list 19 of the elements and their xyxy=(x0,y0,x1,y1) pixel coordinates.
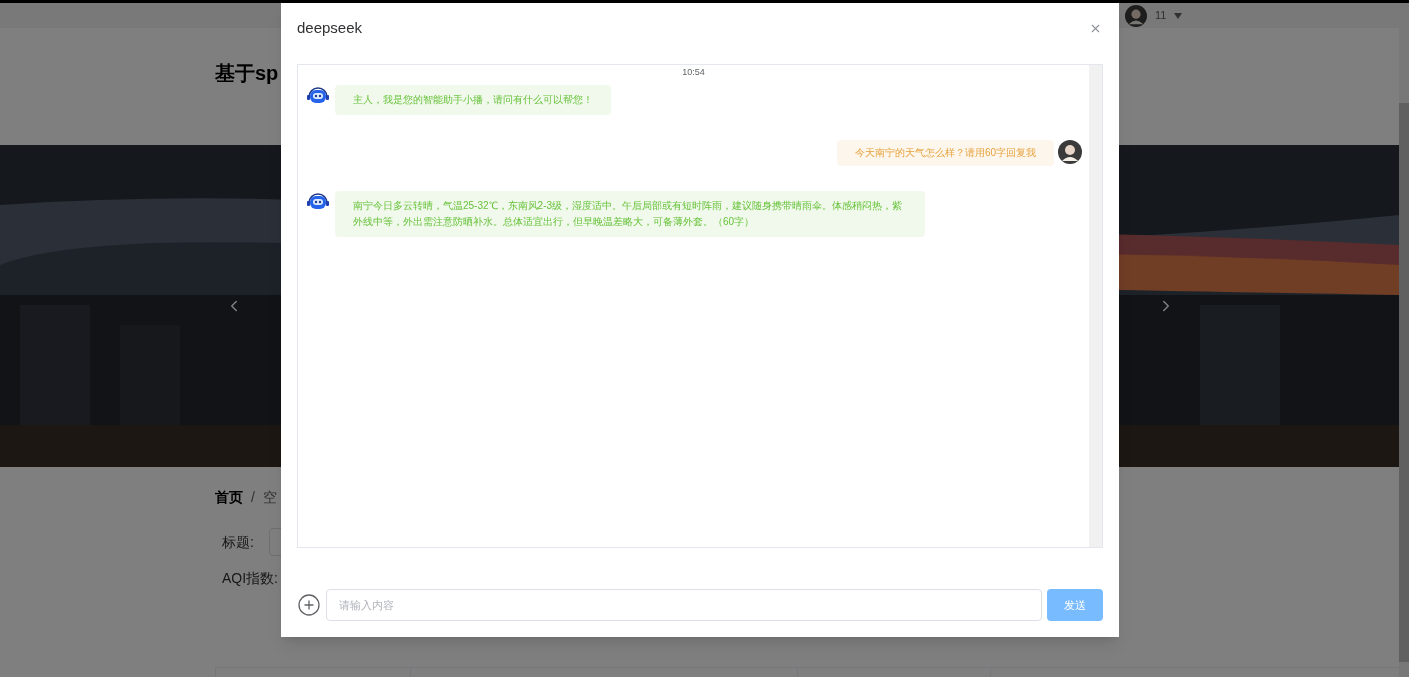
form-label: 标题: xyxy=(222,532,254,552)
bot-message: 南宁今日多云转晴，气温25-32℃，东南风2-3级，湿度适中。午后局部或有短时阵雨，建议随身携带晴雨伞。体感稍闷热，紫外线中等，外出需注意防晒补水。总体适宜出行，但早晚温差略大，可备薄外套。（60字） xyxy=(335,191,925,237)
add-icon[interactable] xyxy=(297,593,321,617)
send-button[interactable]: 发送 xyxy=(1047,589,1103,621)
form-label: AQI指数: xyxy=(222,570,278,586)
page-scrollbar[interactable] xyxy=(1399,3,1409,677)
chat-scrollbar[interactable] xyxy=(1089,65,1102,547)
caret-icon[interactable] xyxy=(1174,12,1183,19)
breadcrumb-separator: / xyxy=(251,488,255,507)
dialog-title: deepseek xyxy=(297,17,363,38)
breadcrumb-item: 空 xyxy=(262,488,277,507)
user-name[interactable]: 11 xyxy=(1155,7,1167,24)
message-input[interactable]: 请输入内容 xyxy=(326,589,1042,621)
page-title: 基于sp xyxy=(215,62,279,84)
avatar-icon xyxy=(1058,140,1082,164)
timestamp: 10:54 xyxy=(682,66,705,78)
bot-message: 主人，我是您的智能助手小播，请问有什么可以帮您！ xyxy=(335,85,611,115)
breadcrumb-link[interactable]: 首页 xyxy=(215,487,243,508)
user-message: 今天南宁的天气怎么样？请用60字回复我 xyxy=(836,140,1054,166)
